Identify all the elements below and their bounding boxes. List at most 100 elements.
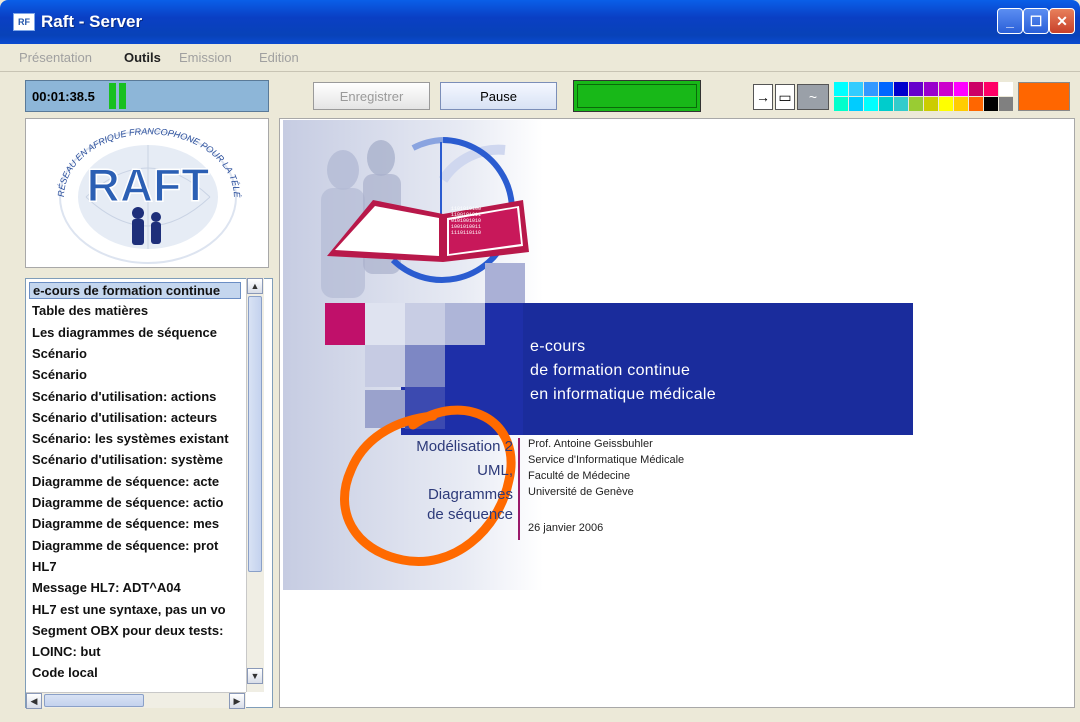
slide-faculty: Faculté de Médecine xyxy=(528,470,631,482)
color-swatch[interactable] xyxy=(939,82,953,96)
slide-list-item[interactable]: Scénario: les systèmes existant xyxy=(32,431,244,446)
title-bar: RF Raft - Server _ ☐ ✕ xyxy=(0,0,1080,44)
slide-list-item[interactable]: Scénario xyxy=(32,367,244,382)
current-slide[interactable]: 1101010100 1100101011 0101001010 1001010… xyxy=(283,120,913,590)
slide-department: Service d'Informatique Médicale xyxy=(528,454,685,466)
book-binary-text: 1101010100 1100101011 0101001010 1001010… xyxy=(451,206,482,236)
audio-level-bar xyxy=(109,83,116,109)
menu-presentation[interactable]: Présentation xyxy=(19,50,92,65)
transmission-level-indicator xyxy=(573,80,701,112)
scroll-right-button[interactable]: ▶ xyxy=(229,693,245,709)
vertical-scrollbar[interactable]: ▲ ▼ xyxy=(246,278,264,692)
banner-line-3: en informatique médicale xyxy=(530,386,716,403)
slide-subtitle-1: Modélisation 2 xyxy=(416,438,513,455)
color-swatch[interactable] xyxy=(879,82,893,96)
audio-level-bar xyxy=(119,83,126,109)
color-palette xyxy=(834,82,1072,111)
arrow-left-icon: ◀ xyxy=(30,695,38,706)
slide-list-item[interactable]: Message HL7: ADT^A04 xyxy=(32,580,244,595)
minimize-button[interactable]: _ xyxy=(997,8,1023,34)
color-swatch[interactable] xyxy=(954,82,968,96)
color-swatch[interactable] xyxy=(969,82,983,96)
color-swatch[interactable] xyxy=(909,82,923,96)
slide-list-item[interactable]: Scénario d'utilisation: système xyxy=(32,452,244,467)
slide-subtitle-3: Diagrammes xyxy=(427,486,513,503)
color-swatch[interactable] xyxy=(834,82,848,96)
color-swatch[interactable] xyxy=(849,82,863,96)
arrow-icon: → xyxy=(756,89,770,105)
slide-list-item[interactable]: Scénario d'utilisation: actions xyxy=(32,389,244,404)
slide-list-item[interactable]: Diagramme de séquence: actio xyxy=(32,495,244,510)
scroll-up-button[interactable]: ▲ xyxy=(247,278,263,294)
color-swatch[interactable] xyxy=(834,97,848,111)
slide-list[interactable]: e-cours de formation continue Table des m… xyxy=(25,278,273,708)
color-swatch[interactable] xyxy=(864,97,878,111)
color-swatch[interactable] xyxy=(954,97,968,111)
color-swatch[interactable] xyxy=(969,97,983,111)
timer-text: 00:01:38.5 xyxy=(32,89,95,104)
maximize-icon: ☐ xyxy=(1029,12,1043,29)
slide-list-item[interactable]: Scénario xyxy=(32,346,244,361)
logo-panel: RAFT RÉSEAU EN AFRIQUE FRANCOPHONE POUR … xyxy=(22,111,269,268)
slide-list-item[interactable]: Segment OBX pour deux tests: xyxy=(32,623,244,638)
menu-bar: Présentation Outils Emission Edition xyxy=(0,44,1080,72)
horizontal-scrollbar[interactable]: ◀ ▶ xyxy=(26,692,246,709)
color-swatch[interactable] xyxy=(924,97,938,111)
pen-tool[interactable]: ~ xyxy=(797,84,829,110)
maximize-button[interactable]: ☐ xyxy=(1023,8,1049,34)
arrow-right-icon: ▶ xyxy=(233,695,241,706)
slide-list-item[interactable]: LOINC: but xyxy=(32,644,244,659)
arrow-tool[interactable]: → xyxy=(753,84,773,110)
menu-edition[interactable]: Edition xyxy=(259,50,299,65)
rectangle-tool[interactable]: ▭ xyxy=(775,84,795,110)
close-icon: ✕ xyxy=(1056,12,1068,29)
pause-button[interactable]: Pause xyxy=(440,82,557,110)
app-icon: RF xyxy=(13,13,35,31)
record-button[interactable]: Enregistrer xyxy=(313,82,430,110)
menu-outils[interactable]: Outils xyxy=(124,50,161,65)
slide-list-item[interactable]: e-cours de formation continue xyxy=(29,282,241,299)
arrow-down-icon: ▼ xyxy=(250,671,260,681)
color-swatch[interactable] xyxy=(924,82,938,96)
slide-list-item[interactable]: HL7 est une syntaxe, pas un vo xyxy=(32,602,244,617)
slide-subtitle-2: UML, xyxy=(477,462,513,479)
scroll-down-button[interactable]: ▼ xyxy=(247,668,263,684)
color-swatch[interactable] xyxy=(999,82,1013,96)
banner-line-1: e-cours xyxy=(530,338,586,355)
slide-graphics xyxy=(321,137,913,566)
color-swatch[interactable] xyxy=(939,97,953,111)
color-swatch[interactable] xyxy=(984,97,998,111)
slide-list-item[interactable]: Scénario d'utilisation: acteurs xyxy=(32,410,244,425)
close-button[interactable]: ✕ xyxy=(1049,8,1075,34)
color-swatch[interactable] xyxy=(864,82,878,96)
color-swatch[interactable] xyxy=(984,82,998,96)
color-swatch[interactable] xyxy=(999,97,1013,111)
slide-list-item[interactable]: Diagramme de séquence: prot xyxy=(32,538,244,553)
color-swatch[interactable] xyxy=(849,97,863,111)
arrow-up-icon: ▲ xyxy=(250,281,260,291)
logo-text: RAFT xyxy=(87,159,210,211)
scroll-left-button[interactable]: ◀ xyxy=(26,693,42,709)
timer-display: 00:01:38.5 xyxy=(25,80,269,112)
hscroll-thumb[interactable] xyxy=(44,694,144,707)
selected-color-swatch[interactable] xyxy=(1018,82,1070,111)
color-swatch[interactable] xyxy=(894,97,908,111)
color-swatch[interactable] xyxy=(894,82,908,96)
slide-list-item[interactable]: Table des matières xyxy=(32,303,244,318)
pen-icon: ~ xyxy=(808,89,818,105)
slide-list-item[interactable]: Diagramme de séquence: acte xyxy=(32,474,244,489)
slide-list-item[interactable]: Diagramme de séquence: mes xyxy=(32,516,244,531)
slide-university: Université de Genève xyxy=(528,486,634,498)
slide-list-item[interactable]: HL7 xyxy=(32,559,244,574)
slide-list-item[interactable]: Code local xyxy=(32,665,244,680)
rectangle-icon: ▭ xyxy=(778,88,792,105)
slide-date: 26 janvier 2006 xyxy=(528,522,604,534)
raft-logo: RAFT RÉSEAU EN AFRIQUE FRANCOPHONE POUR … xyxy=(22,111,242,264)
color-swatch[interactable] xyxy=(879,97,893,111)
scroll-thumb[interactable] xyxy=(248,296,262,572)
minimize-icon: _ xyxy=(1006,13,1014,29)
menu-emission[interactable]: Emission xyxy=(179,50,232,65)
slide-subtitle-4: de séquence xyxy=(427,506,513,523)
color-swatch[interactable] xyxy=(909,97,923,111)
slide-list-item[interactable]: Les diagrammes de séquence xyxy=(32,325,244,340)
